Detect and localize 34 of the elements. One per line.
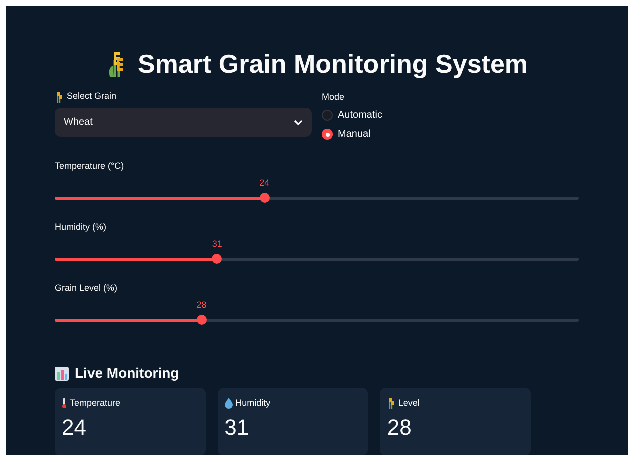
slider-track[interactable] [55,319,579,322]
slider-label: Grain Level (%) [55,282,119,295]
slider-value: 24 [258,177,271,190]
slider-track[interactable] [55,197,579,200]
radio-label: Manual [338,128,371,142]
slider-label: Temperature (°C) [55,160,126,173]
slider-value: 28 [196,299,208,312]
slider-label: Humidity (%) [55,221,108,234]
field-label: Select Grain [67,90,117,104]
radio-label: Automatic [338,109,382,123]
dropdown-value: Wheat [64,116,93,130]
wheat-icon [387,398,396,410]
metric-value: 31 [224,414,250,442]
metric-label: Level [398,397,420,410]
slider-thumb[interactable] [196,315,207,325]
metric-label: Humidity [236,397,271,410]
thermometer-icon [62,398,67,410]
slider-thumb[interactable] [212,254,222,264]
droplet-icon [224,398,233,410]
metric-value: 28 [387,414,413,442]
radio-button[interactable] [322,129,333,140]
radio-button[interactable] [322,110,333,121]
slider-track[interactable] [55,258,579,261]
wheat-icon [55,92,63,102]
bar-chart-icon [55,366,69,380]
page-title: Smart Grain Monitoring System [138,51,528,77]
slider-value: 31 [211,238,224,251]
field-label: Mode [322,91,346,104]
metric-label: Temperature [70,397,121,410]
section-heading: Live Monitoring [75,364,180,383]
metric-value: 24 [62,414,88,442]
chevron-down-icon [294,120,303,126]
grain-dropdown[interactable]: Wheat [55,108,312,137]
slider-thumb[interactable] [260,193,270,203]
